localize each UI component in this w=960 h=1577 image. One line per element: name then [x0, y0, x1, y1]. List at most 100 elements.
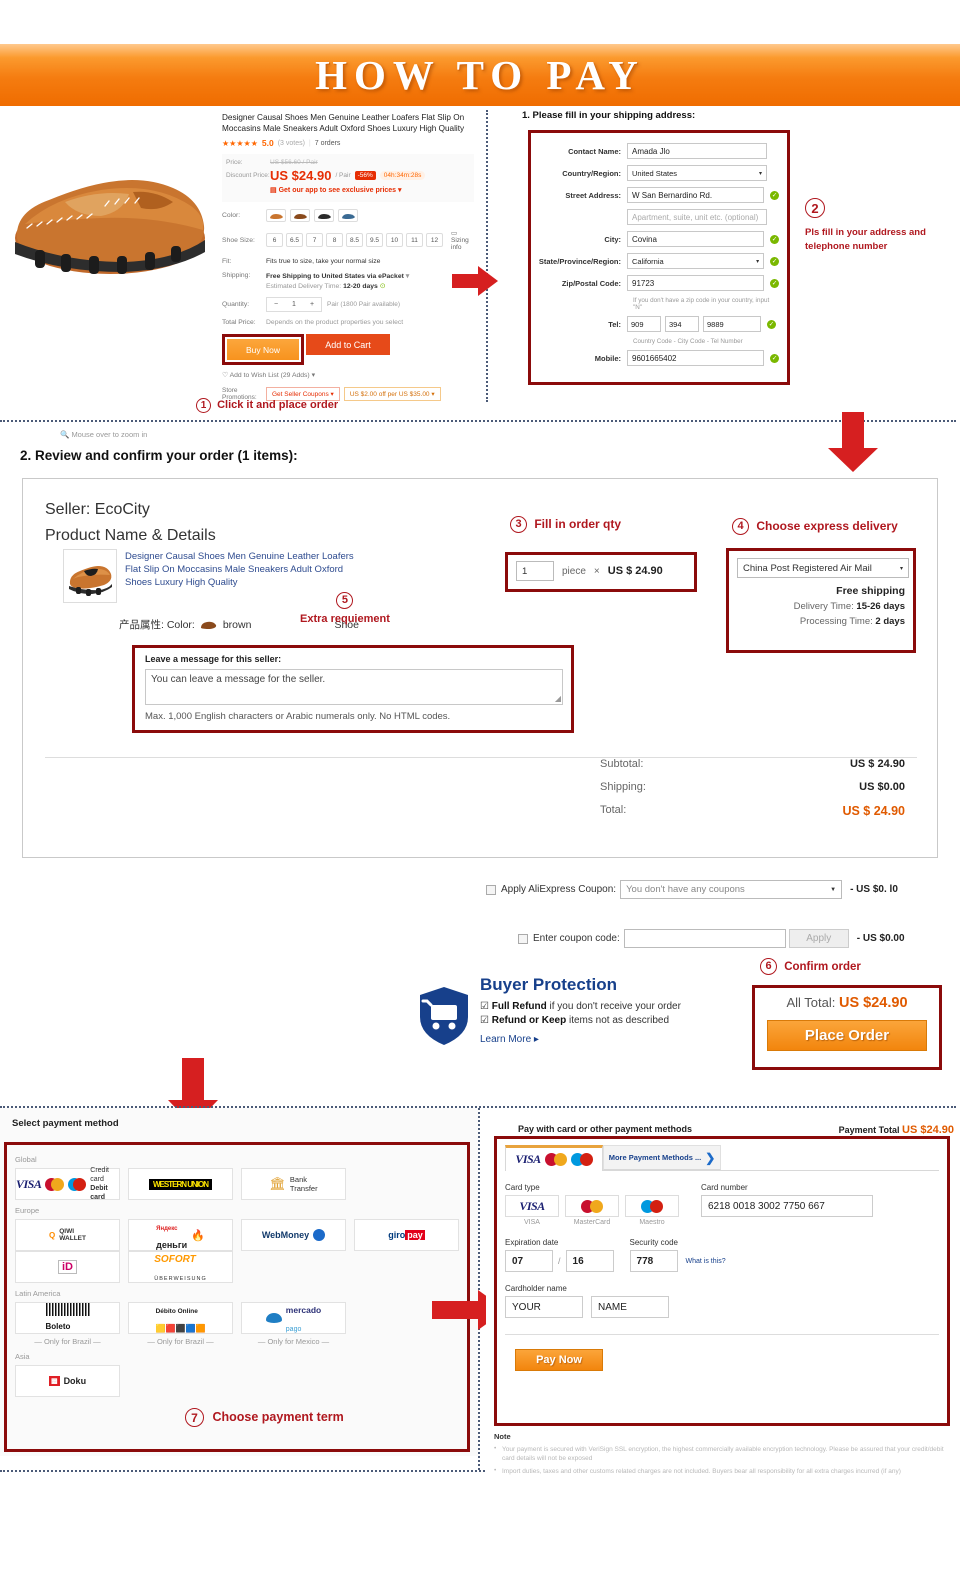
apply-coupon-checkbox[interactable] [486, 884, 496, 895]
select-payment-title: Select payment method [12, 1118, 119, 1129]
product-thumbnail[interactable] [63, 549, 117, 603]
security-code-input[interactable]: 778 [629, 1250, 678, 1272]
payment-method-bank[interactable]: 🏛 Bank Transfer [241, 1168, 346, 1200]
order-product-link[interactable]: Designer Causal Shoes Men Genuine Leathe… [125, 550, 365, 589]
payment-region-label: Latin America [15, 1289, 61, 1298]
expiration-month-input[interactable]: 07 [505, 1250, 553, 1272]
add-to-wishlist[interactable]: ♡ Add to Wish List (29 Adds) ▾ [222, 371, 474, 379]
payment-method-ideal[interactable]: iD [15, 1251, 120, 1283]
card-type-visa[interactable]: VISA [505, 1195, 559, 1217]
tel-country-code-input[interactable]: 909 [627, 316, 661, 332]
buy-now-button[interactable]: Buy Now [227, 339, 299, 360]
mobile-input[interactable]: 9601665402 [627, 350, 765, 366]
payment-method-yandex[interactable]: Яндекс деньги 🔥 [128, 1219, 233, 1251]
coupon-code-input[interactable] [623, 929, 786, 948]
payment-method-note: — Only for Mexico — [257, 1337, 330, 1346]
shipping-carrier-select[interactable]: China Post Registered Air Mail ▾ [737, 558, 909, 578]
what-is-this-link[interactable]: What is this? [686, 1258, 726, 1265]
card-type-mastercard[interactable] [565, 1195, 619, 1217]
payment-region-label: Europe [15, 1206, 40, 1215]
color-row: Color: [222, 209, 474, 222]
zoom-hint: 🔍 Mouse over to zoom in [60, 430, 148, 439]
fit-value: Fits true to size, take your normal size [266, 258, 381, 265]
tel-number-input[interactable]: 9889 [703, 316, 761, 332]
promo-discount-button[interactable]: US $2.00 off per US $35.00 ▾ [343, 387, 441, 401]
payment-method-webmoney[interactable]: WebMoney [241, 1219, 346, 1251]
payment-method-union[interactable]: WESTERN UNION [128, 1168, 233, 1200]
total-value: US $ 24.90 [842, 804, 905, 818]
field-select[interactable]: California ▾ [627, 253, 765, 269]
payment-method-boleto[interactable]: Boleto [15, 1302, 120, 1334]
attributes-label: 产品属性: Color: [119, 619, 195, 631]
payment-total: Payment Total US $24.90 [839, 1124, 954, 1136]
payment-method-cards[interactable]: VISA Credit card Debit card [15, 1167, 120, 1201]
add-to-cart-button[interactable]: Add to Cart [306, 334, 390, 355]
field-input[interactable]: Covina [627, 231, 765, 247]
coupon-code-checkbox[interactable] [518, 933, 528, 944]
original-price: US $56.60 / Pair [270, 159, 318, 166]
message-textarea[interactable]: You can leave a message for the seller. … [145, 669, 563, 705]
buyer-protection-title: Buyer Protection [480, 975, 617, 994]
payment-method-doku[interactable]: ▩ Doku [15, 1365, 120, 1397]
tab-cards[interactable]: VISA [505, 1145, 603, 1171]
size-option[interactable]: 8 [326, 233, 343, 247]
sizing-info-link[interactable]: ▭ Sizing info [451, 229, 474, 251]
tel-city-code-input[interactable]: 394 [665, 316, 699, 332]
tab-more-payment-methods[interactable]: More Payment Methods ... ❯ [603, 1145, 721, 1170]
horizontal-divider [0, 420, 956, 422]
size-option[interactable]: 6 [266, 233, 283, 247]
size-option[interactable]: 6.5 [286, 233, 303, 247]
card-number-input[interactable]: 6218 0018 3002 7750 667 [701, 1195, 873, 1217]
color-swatch-blue[interactable] [338, 209, 358, 222]
payment-method-mercado[interactable]: mercado pago [241, 1302, 346, 1334]
field-input[interactable]: W San Bernardino Rd. [627, 187, 765, 203]
banner-title: HOW TO PAY [315, 52, 645, 98]
size-option[interactable]: 10 [386, 233, 403, 247]
size-option[interactable]: 11 [406, 233, 423, 247]
expiration-year-input[interactable]: 16 [565, 1250, 614, 1272]
quantity-stepper[interactable]: − 1 + [266, 297, 322, 312]
zip-hint: If you don't have a zip code in your cou… [633, 297, 770, 311]
field-input[interactable]: Amada Jlo [627, 143, 767, 159]
field-select[interactable]: United States ▾ [627, 165, 767, 181]
multiply-icon: × [593, 565, 600, 577]
bank-icon: 🏛 [269, 1176, 286, 1191]
cardholder-last-name-input[interactable]: NAME [591, 1296, 669, 1318]
field-input[interactable]: 91723 [627, 275, 765, 291]
coupon-select[interactable]: You don't have any coupons ▼ [620, 880, 843, 899]
processing-time-value: 2 days [875, 616, 905, 627]
cardholder-first-name-input[interactable]: YOUR [505, 1296, 583, 1318]
apply-coupon-button[interactable]: Apply [788, 929, 849, 948]
payment-method-debito[interactable]: Débito Online 🟨🟥⬛🟦🟧 [128, 1302, 233, 1334]
size-option[interactable]: 8.5 [346, 233, 363, 247]
payment-method-sofort[interactable]: SOFORT ÜBERWEISUNG [128, 1251, 233, 1283]
flow-arrow-1 [452, 266, 498, 296]
color-swatch-tan[interactable] [266, 209, 286, 222]
product-detail-panel: 🔍 Mouse over to zoom in Designer Causal … [0, 108, 480, 439]
color-swatch-brown[interactable] [290, 209, 310, 222]
order-qty-input[interactable]: 1 [516, 561, 554, 581]
place-order-button[interactable]: Place Order [767, 1020, 927, 1051]
help-icon[interactable]: ⊙ [380, 283, 386, 290]
size-option[interactable]: 9.5 [366, 233, 383, 247]
form-row: State/Province/Region: California ▾ ✓ [535, 253, 779, 269]
search-icon: 🔍 [60, 430, 70, 439]
payment-method-giropay[interactable]: giro pay [354, 1219, 459, 1251]
size-option[interactable]: 12 [426, 233, 443, 247]
step-1-text: Click it and place order [217, 399, 339, 412]
size-option[interactable]: 7 [306, 233, 323, 247]
color-swatch-black[interactable] [314, 209, 334, 222]
field-input[interactable]: Apartment, suite, unit etc. (optional) [627, 209, 767, 225]
product-hero-image[interactable] [5, 120, 215, 300]
payment-method-qiwi[interactable]: Q QIWI WALLET [15, 1219, 120, 1251]
qty-increment[interactable]: + [303, 301, 321, 308]
qty-decrement[interactable]: − [267, 301, 285, 308]
pay-now-button[interactable]: Pay Now [515, 1349, 603, 1371]
qty-value[interactable]: 1 [285, 301, 303, 308]
learn-more-link[interactable]: Learn More ▸ [480, 1034, 718, 1045]
card-type-maestro[interactable] [625, 1195, 679, 1217]
vertical-divider [478, 1108, 480, 1470]
app-exclusive-link[interactable]: ▤ Get our app to see exclusive prices ▾ [270, 186, 402, 194]
resize-handle-icon[interactable]: ◢ [555, 694, 561, 703]
all-total-row: All Total: US $24.90 [755, 995, 939, 1011]
